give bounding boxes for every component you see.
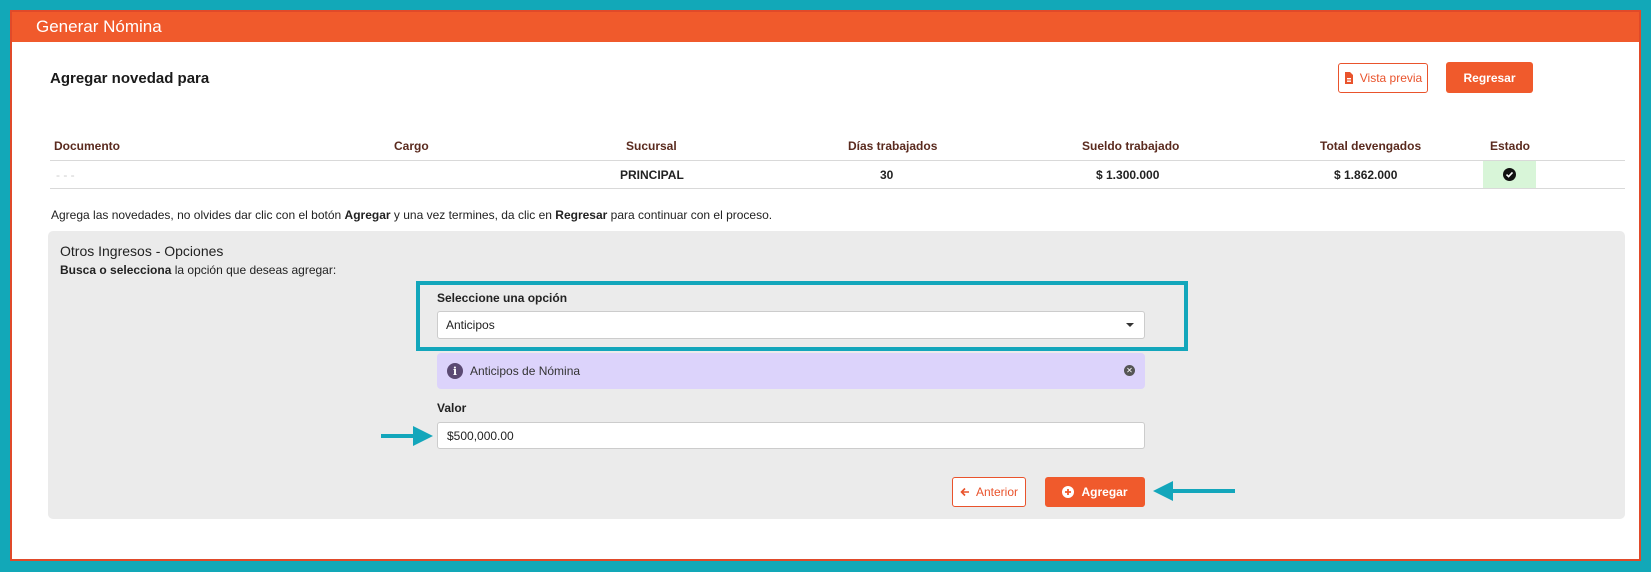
hint-part: para continuar con el proceso. <box>607 208 773 222</box>
hint-part: Agrega las novedades, no olvides dar cli… <box>51 208 345 222</box>
panel-title: Otros Ingresos - Opciones <box>60 243 224 259</box>
table-header: Documento Cargo Sucursal Días trabajados… <box>50 132 1625 161</box>
back-button-label: Regresar <box>1463 70 1516 85</box>
status-badge <box>1483 161 1536 188</box>
instructions-text: Agrega las novedades, no olvides dar cli… <box>51 208 772 222</box>
annotation-arrow-left-icon <box>1153 481 1235 501</box>
col-sucursal: Sucursal <box>626 139 677 153</box>
panel-subtitle-bold: Busca o selecciona <box>60 263 172 277</box>
info-alert-text: Anticipos de Nómina <box>470 364 581 378</box>
back-button[interactable]: Regresar <box>1446 62 1533 93</box>
employee-table: Documento Cargo Sucursal Días trabajados… <box>50 132 1625 189</box>
pdf-file-icon <box>1344 72 1353 84</box>
col-dias: Días trabajados <box>848 139 938 153</box>
cell-dias: 30 <box>880 167 894 182</box>
panel-subtitle-rest: la opción que deseas agregar: <box>171 263 337 277</box>
previous-button-label: Anterior <box>975 485 1019 499</box>
panel-subtitle: Busca o selecciona la opción que deseas … <box>60 263 336 277</box>
cell-total: $ 1.862.000 <box>1334 167 1398 182</box>
window-title: Generar Nómina <box>12 12 1639 42</box>
hint-part: y una vez termines, da clic en <box>390 208 556 222</box>
col-sueldo: Sueldo trabajado <box>1082 139 1180 153</box>
col-documento: Documento <box>54 139 120 153</box>
info-icon: i <box>447 363 463 379</box>
table-row: - - - PRINCIPAL 30 $ 1.300.000 $ 1.862.0… <box>50 161 1625 189</box>
value-input[interactable] <box>437 422 1145 449</box>
hint-bold-regresar: Regresar <box>555 208 608 222</box>
preview-button[interactable]: Vista previa <box>1338 63 1428 93</box>
other-income-panel: Otros Ingresos - Opciones Busca o selecc… <box>48 231 1625 519</box>
cell-sueldo: $ 1.300.000 <box>1096 167 1160 182</box>
option-select[interactable]: Anticipos <box>437 311 1145 339</box>
col-total: Total devengados <box>1320 139 1422 153</box>
check-circle-icon <box>1503 168 1516 181</box>
cell-sucursal: PRINCIPAL <box>620 167 684 182</box>
app-window: Generar Nómina Agregar novedad para Vist… <box>10 10 1641 561</box>
preview-button-label: Vista previa <box>1359 71 1423 85</box>
caret-down-icon <box>1126 323 1134 327</box>
value-label: Valor <box>437 401 467 415</box>
select-label: Seleccione una opción <box>437 291 568 305</box>
option-select-value: Anticipos <box>446 318 495 332</box>
plus-circle-icon <box>1062 486 1075 498</box>
hint-bold-agregar: Agregar <box>344 208 391 222</box>
cell-documento: - - - <box>56 167 75 182</box>
info-alert: i Anticipos de Nómina ✕ <box>437 353 1145 389</box>
previous-button[interactable]: Anterior <box>952 477 1026 507</box>
add-button[interactable]: Agregar <box>1045 477 1145 507</box>
add-button-label: Agregar <box>1081 485 1128 499</box>
close-icon[interactable]: ✕ <box>1124 365 1135 376</box>
col-estado: Estado <box>1490 139 1531 153</box>
arrow-left-icon <box>960 487 969 497</box>
annotation-arrow-right-icon <box>381 426 433 446</box>
page-title: Agregar novedad para <box>50 70 210 87</box>
col-cargo: Cargo <box>394 139 429 153</box>
